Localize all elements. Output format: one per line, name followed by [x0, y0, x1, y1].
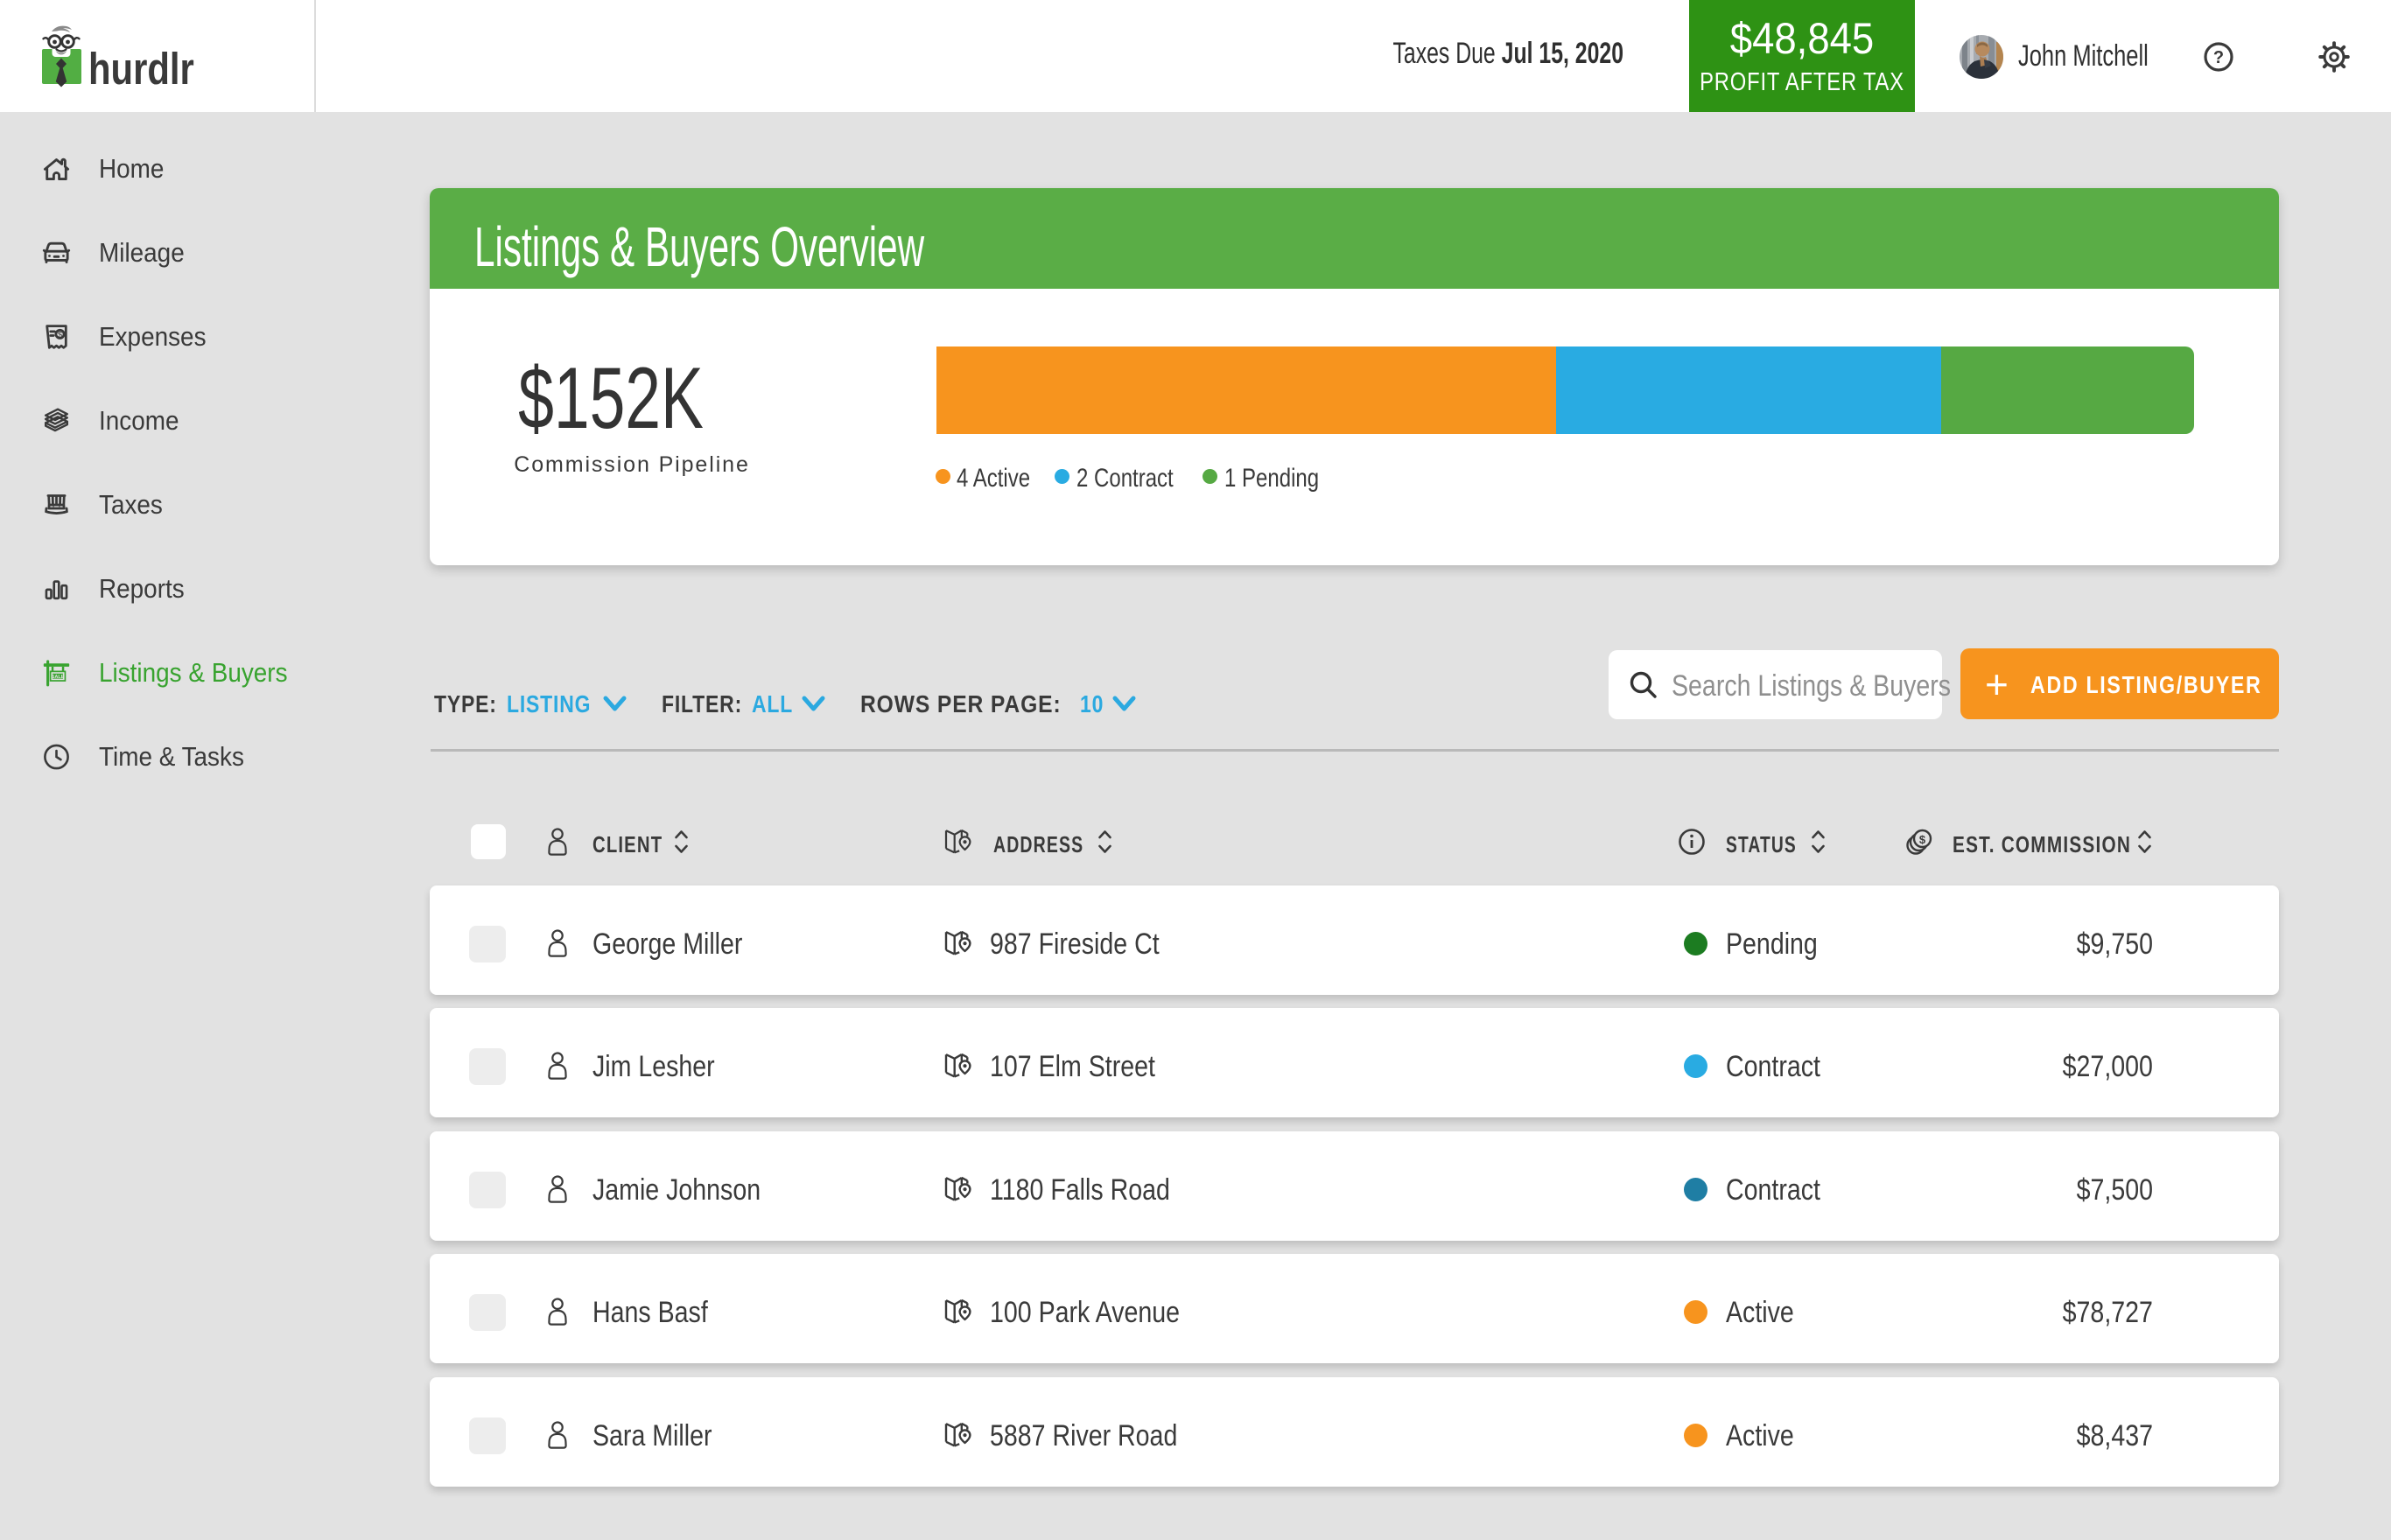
svg-text:SALE: SALE — [52, 675, 65, 680]
svg-text:?: ? — [2213, 48, 2224, 67]
svg-text:$: $ — [58, 330, 63, 340]
svg-text:$: $ — [1919, 833, 1926, 846]
